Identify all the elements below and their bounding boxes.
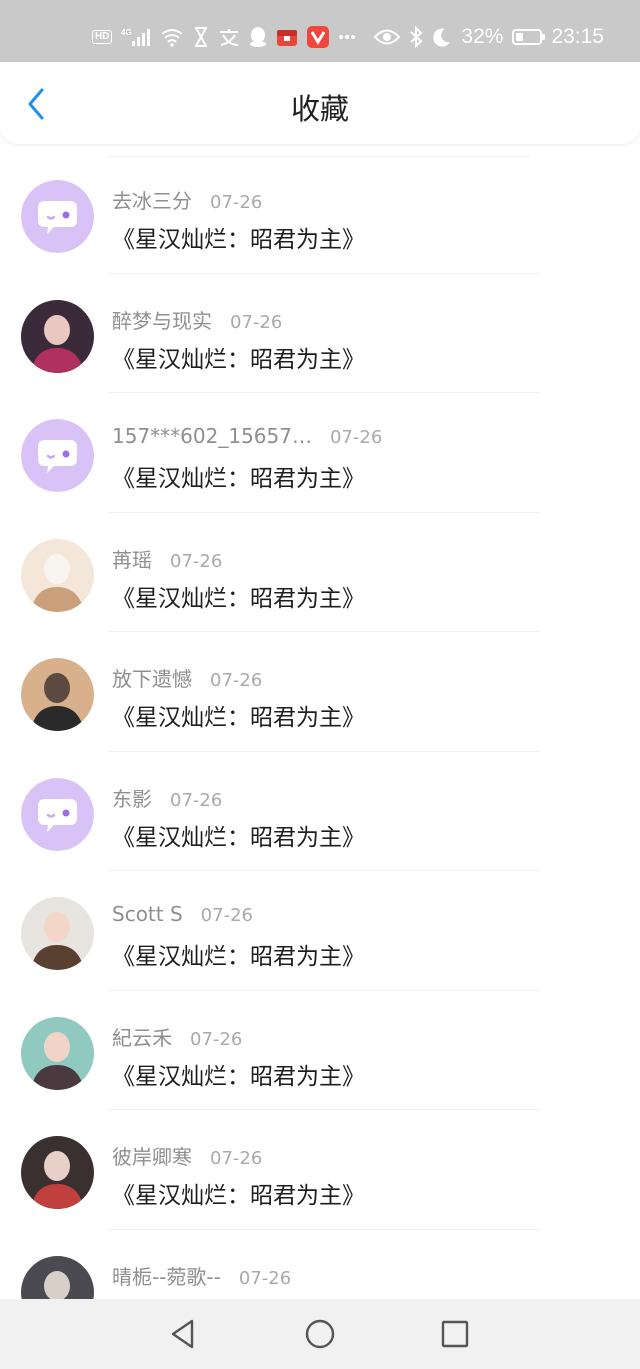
back-triangle-icon — [171, 1319, 194, 1349]
favorite-item[interactable]: 紀云禾 07-26 《星汉灿烂：昭君为主》 — [0, 991, 640, 1110]
name-row: 去冰三分 07-26 — [112, 185, 262, 214]
favorite-item[interactable]: 157***602_15657… 07-26 《星汉灿烂：昭君为主》 — [0, 393, 640, 513]
default-avatar-icon[interactable] — [21, 777, 94, 851]
page-title: 收藏 — [290, 92, 349, 126]
user-name[interactable]: 东影 — [112, 783, 152, 812]
favorite-date: 07-26 — [200, 905, 253, 926]
user-name[interactable]: 彼岸卿寒 — [112, 1141, 192, 1170]
favorite-date: 07-26 — [230, 311, 283, 333]
user-name[interactable]: 放下遗憾 — [112, 663, 192, 692]
user-avatar[interactable] — [21, 1016, 94, 1090]
moon-icon — [432, 27, 452, 47]
nav-back-button[interactable] — [166, 1317, 200, 1351]
name-row: 彼岸卿寒 07-26 — [112, 1141, 262, 1170]
user-avatar[interactable] — [21, 538, 94, 612]
name-row: 157***602_15657… 07-26 — [112, 424, 382, 448]
user-name[interactable]: Scott S — [112, 902, 183, 926]
status-right-icons: 32% 23:15 — [374, 22, 604, 52]
default-avatar-icon[interactable] — [21, 180, 94, 253]
favorite-title[interactable]: 《星汉灿烂：昭君为主》 — [112, 937, 365, 971]
favorite-item[interactable]: 苒瑶 07-26 《星汉灿烂：昭君为主》 — [0, 513, 640, 632]
name-row: 苒瑶 07-26 — [112, 544, 222, 573]
user-name[interactable]: 晴栀--菀歌-- — [112, 1261, 221, 1290]
user-avatar[interactable] — [21, 897, 94, 970]
user-avatar[interactable] — [21, 299, 94, 373]
user-name[interactable]: 157***602_15657… — [112, 424, 312, 448]
favorite-title[interactable]: 《星汉灿烂：昭君为主》 — [112, 698, 365, 732]
battery-icon — [512, 29, 546, 45]
user-avatar[interactable] — [21, 1136, 94, 1209]
favorite-item[interactable]: 彼岸卿寒 07-26 《星汉灿烂：昭君为主》 — [0, 1110, 640, 1230]
favorite-item[interactable]: 去冰三分 07-26 《星汉灿烂：昭君为主》 — [0, 154, 640, 274]
battery-percent: 32% — [461, 25, 504, 48]
clock: 23:15 — [551, 25, 604, 48]
favorites-list: 去冰三分 07-26 《星汉灿烂：昭君为主》 醉梦与现实 07-26 《星汉灿烂：昭君为主… — [0, 154, 640, 1349]
user-name[interactable]: 苒瑶 — [112, 544, 152, 573]
hourglass-icon — [193, 27, 209, 47]
signal-icon: 4G — [121, 27, 151, 47]
favorite-title[interactable]: 《星汉灿烂：昭君为主》 — [112, 579, 365, 613]
favorite-date: 07-26 — [210, 670, 263, 691]
translate-icon — [218, 27, 240, 47]
name-row: 醉梦与现实 07-26 — [112, 305, 282, 334]
name-row: Scott S 07-26 — [112, 902, 253, 926]
favorite-item[interactable]: 醉梦与现实 07-26 《星汉灿烂：昭君为主》 — [0, 274, 640, 393]
name-row: 东影 07-26 — [112, 783, 222, 812]
bluetooth-icon — [409, 26, 423, 48]
nav-recents-button[interactable] — [438, 1317, 472, 1351]
user-name[interactable]: 紀云禾 — [112, 1022, 172, 1051]
header-bar: 收藏 — [0, 62, 640, 144]
favorite-date: 07-26 — [170, 550, 223, 572]
qq-icon — [249, 26, 267, 48]
favorite-date: 07-26 — [170, 789, 223, 811]
wifi-icon — [160, 27, 184, 47]
favorite-item[interactable]: 东影 07-26 《星汉灿烂：昭君为主》 — [0, 752, 640, 871]
system-nav-bar — [0, 1299, 640, 1369]
user-avatar[interactable] — [21, 658, 94, 731]
default-avatar-icon[interactable] — [21, 419, 94, 492]
favorite-date: 07-26 — [329, 427, 383, 448]
gift-app-icon — [276, 27, 298, 47]
status-left-icons: HD 4G — [92, 22, 356, 52]
home-circle-icon — [305, 1319, 335, 1349]
name-row: 放下遗憾 07-26 — [112, 663, 262, 692]
vip-app-icon — [307, 26, 330, 48]
favorite-date: 07-26 — [210, 1148, 263, 1169]
favorite-item[interactable]: Scott S 07-26 《星汉灿烂：昭君为主》 — [0, 871, 640, 991]
favorite-date: 07-26 — [210, 192, 263, 213]
favorite-item[interactable]: 放下遗憾 07-26 《星汉灿烂：昭君为主》 — [0, 632, 640, 752]
user-name[interactable]: 醉梦与现实 — [112, 305, 212, 334]
favorite-title[interactable]: 《星汉灿烂：昭君为主》 — [112, 220, 365, 254]
favorite-title[interactable]: 《星汉灿烂：昭君为主》 — [112, 1176, 365, 1210]
network-type-label: 4G — [121, 28, 132, 37]
favorite-date: 07-26 — [238, 1267, 292, 1289]
hd-icon: HD — [92, 30, 113, 44]
more-icon — [338, 34, 356, 40]
nav-home-button[interactable] — [303, 1317, 337, 1351]
favorite-date: 07-26 — [190, 1028, 243, 1050]
eye-icon — [374, 28, 401, 46]
status-bar: HD 4G 32% 23:15 — [0, 0, 640, 62]
battery-level — [516, 33, 524, 41]
favorite-title[interactable]: 《星汉灿烂：昭君为主》 — [112, 340, 365, 374]
favorite-title[interactable]: 《星汉灿烂：昭君为主》 — [112, 459, 365, 493]
name-row: 晴栀--菀歌-- 07-26 — [112, 1261, 291, 1290]
favorite-title[interactable]: 《星汉灿烂：昭君为主》 — [112, 818, 365, 852]
user-name[interactable]: 去冰三分 — [112, 185, 192, 214]
favorite-title[interactable]: 《星汉灿烂：昭君为主》 — [112, 1057, 365, 1091]
recents-square-icon — [441, 1320, 469, 1348]
name-row: 紀云禾 07-26 — [112, 1022, 242, 1051]
